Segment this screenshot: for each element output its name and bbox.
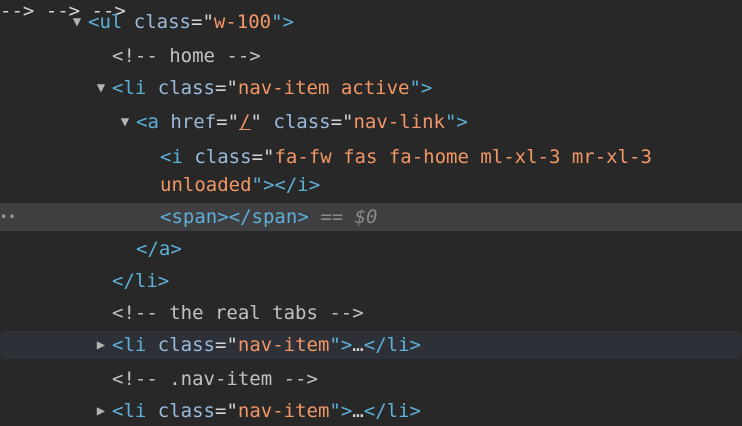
attr-equals: =" (191, 11, 214, 33)
dom-node-li-active[interactable]: ▼ <li class="nav-item active"> (0, 74, 742, 102)
collapse-triangle-icon[interactable]: ▼ (118, 108, 132, 136)
dom-node-a[interactable]: ▼ <a href="/" class="nav-link"> (0, 108, 742, 136)
tag-close-bracket: "> (444, 111, 468, 133)
attr-name-class[interactable]: class (273, 111, 330, 133)
dom-tree-panel: ▼ <ul class="w-100"> --> <!-- home --> ▼… (0, 0, 742, 426)
attr-name[interactable]: class (134, 11, 191, 33)
dom-node-ul[interactable]: ▼ <ul class="w-100"> (0, 8, 742, 36)
attr-equals: =" (216, 111, 240, 133)
dom-node-li-nav-1[interactable]: ▶ <li class="nav-item">…</li> (0, 331, 742, 359)
tag-name: li (123, 334, 147, 356)
tag-middle: ></ (217, 206, 252, 228)
end-tag-close-bracket: > (297, 206, 309, 228)
dom-node-a-close[interactable]: </a> (0, 235, 742, 263)
end-tag-name: li (386, 334, 410, 356)
tag-name: li (123, 400, 147, 422)
attr-name[interactable]: class (158, 334, 215, 356)
attr-equals: =" (251, 146, 275, 168)
end-tag-open: </ (136, 238, 159, 260)
dom-node-span-selected[interactable]: •• <span></span> == $0 (0, 203, 742, 231)
dom-node-li-close[interactable]: </li> (0, 267, 742, 295)
attr-name[interactable]: class (158, 77, 215, 99)
collapse-triangle-icon[interactable]: ▼ (70, 8, 84, 36)
dom-node-i[interactable]: <i class="fa-fw fas fa-home ml-xl-3 mr-x… (0, 143, 742, 171)
dom-node-comment-navitem[interactable]: <!-- .nav-item --> (0, 365, 742, 393)
tag-close-bracket: "> (329, 334, 353, 356)
end-tag-open: </ (363, 400, 387, 422)
end-tag-name: li (386, 400, 410, 422)
comment-text: <!-- home --> (112, 45, 261, 67)
comment-text: <!-- .nav-item --> (112, 368, 318, 390)
dom-node-comment-home[interactable]: <!-- home --> (0, 42, 742, 70)
attr-quote: " (250, 111, 262, 133)
tag-name: i (171, 146, 183, 168)
attr-equals: =" (215, 77, 238, 99)
end-tag-open: </ (363, 334, 387, 356)
tag-name: a (147, 111, 159, 133)
tag-open-bracket: < (160, 146, 172, 168)
tag-name: span (171, 206, 218, 228)
attr-name[interactable]: class (158, 400, 215, 422)
tag-open-bracket: < (112, 334, 124, 356)
tag-name: ul (99, 11, 123, 33)
tag-name: li (123, 77, 147, 99)
end-tag-close-bracket: > (308, 174, 321, 196)
end-tag-name: a (158, 238, 171, 260)
console-reference-variable: $0 (354, 206, 378, 228)
dom-node-li-nav-2[interactable]: ▶ <li class="nav-item">…</li> (0, 397, 742, 425)
tag-close-bracket: "> (329, 400, 353, 422)
collapse-triangle-icon[interactable]: ▼ (94, 74, 108, 102)
console-reference-marker: == (320, 206, 344, 228)
tag-close-bracket: "> (271, 11, 294, 33)
tag-open-bracket: < (112, 77, 124, 99)
collapsed-ellipsis[interactable]: … (352, 400, 363, 422)
end-tag-close-bracket: > (409, 400, 421, 422)
attr-value[interactable]: nav-item active (238, 77, 410, 99)
end-tag-name: i (297, 174, 309, 196)
expand-triangle-icon[interactable]: ▶ (94, 397, 108, 425)
collapsed-ellipsis[interactable]: … (352, 334, 363, 356)
attr-equals: =" (330, 111, 354, 133)
tag-open-bracket: < (160, 206, 172, 228)
tag-open-bracket: < (88, 11, 100, 33)
attr-value-href-link[interactable]: / (239, 111, 250, 133)
attr-equals: =" (215, 334, 238, 356)
tag-open-bracket: < (112, 400, 124, 422)
attr-value-line2[interactable]: unloaded (160, 174, 252, 196)
more-options-icon[interactable]: •• (0, 203, 16, 231)
end-tag-open: </ (112, 270, 135, 292)
end-tag-close-bracket: > (409, 334, 421, 356)
tag-close-bracket: "></ (251, 174, 298, 196)
end-tag-name: li (134, 270, 158, 292)
attr-name[interactable]: class (194, 146, 251, 168)
dom-node-i-continued[interactable]: unloaded"></i> (0, 171, 742, 199)
attr-name-href[interactable]: href (170, 111, 216, 133)
attr-value[interactable]: nav-item (238, 334, 330, 356)
comment-text: <!-- the real tabs --> (112, 302, 364, 324)
attr-value-line1[interactable]: fa-fw fas fa-home ml-xl-3 mr-xl-3 (274, 146, 652, 168)
attr-value-class[interactable]: nav-link (353, 111, 445, 133)
end-tag-close-bracket: > (170, 238, 182, 260)
expand-triangle-icon[interactable]: ▶ (94, 331, 108, 359)
tag-close-bracket: "> (409, 77, 433, 99)
dom-node-comment-tabs[interactable]: <!-- the real tabs --> (0, 299, 742, 327)
end-tag-close-bracket: > (157, 270, 170, 292)
attr-value[interactable]: w-100 (214, 11, 271, 33)
tag-open-bracket: < (136, 111, 148, 133)
attr-value[interactable]: nav-item (238, 400, 330, 422)
end-tag-name: span (251, 206, 298, 228)
attr-equals: =" (215, 400, 238, 422)
